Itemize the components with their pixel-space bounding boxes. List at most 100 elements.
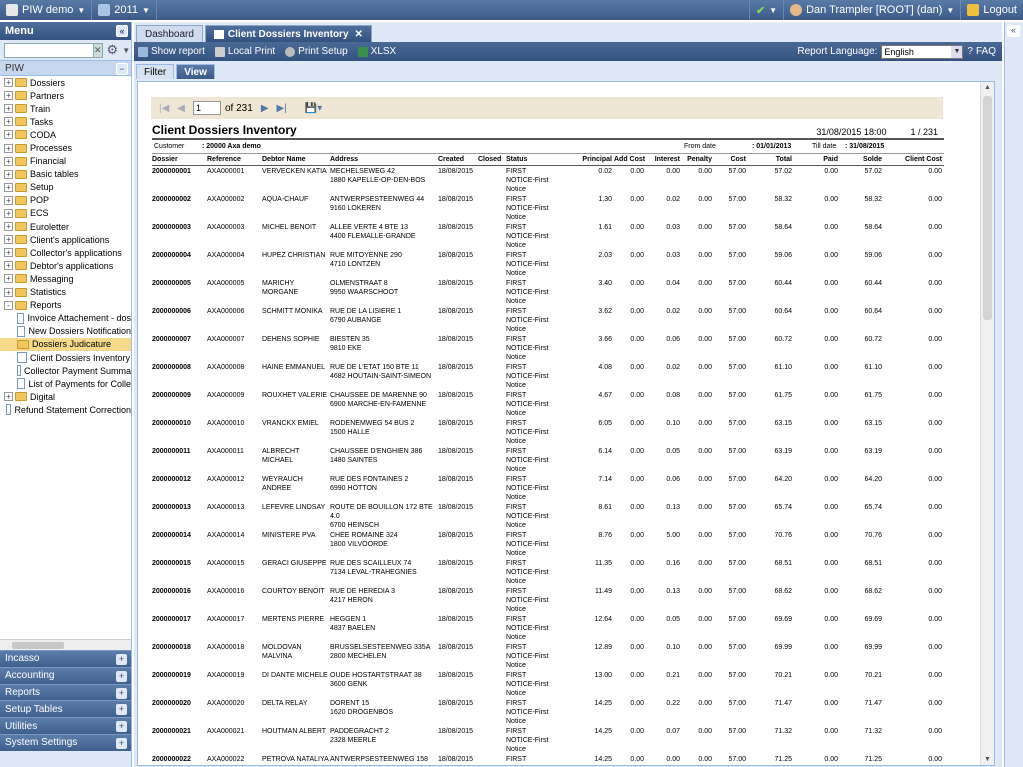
tab-view[interactable]: View xyxy=(176,64,215,79)
expand-icon[interactable]: + xyxy=(4,156,13,166)
sidebar-item[interactable]: + Partners xyxy=(0,89,131,102)
expand-icon[interactable]: + xyxy=(4,248,13,258)
sidebar-item[interactable]: + Statistics xyxy=(0,286,131,299)
expand-icon[interactable]: + xyxy=(4,274,13,284)
sidebar-item[interactable]: + Messaging xyxy=(0,272,131,285)
logout-button[interactable]: Logout xyxy=(960,0,1023,20)
sidebar-item[interactable]: + Dossiers xyxy=(0,76,131,89)
local-print-button[interactable]: Local Print xyxy=(214,46,275,57)
expand-icon[interactable]: + xyxy=(4,104,13,114)
table-cell: 59.06 xyxy=(864,251,882,259)
sidebar-item[interactable]: + Financial xyxy=(0,155,131,168)
chevron-down-icon[interactable]: ▼ xyxy=(122,46,130,55)
expand-icon[interactable]: + xyxy=(4,208,13,218)
first-page-icon[interactable]: |◀ xyxy=(159,103,169,114)
scroll-down-icon[interactable]: ▼ xyxy=(984,756,991,763)
sidebar-item[interactable]: + Digital xyxy=(0,390,131,403)
accordion-item[interactable]: System Settings + xyxy=(0,733,131,751)
sidebar-item[interactable]: + POP xyxy=(0,194,131,207)
clear-icon[interactable]: ✕ xyxy=(93,42,103,58)
accordion-item[interactable]: Setup Tables + xyxy=(0,700,131,718)
sidebar-item[interactable]: + Collector's applications xyxy=(0,246,131,259)
sidebar-item[interactable]: + ECS xyxy=(0,207,131,220)
collapse-icon[interactable]: - xyxy=(4,300,13,310)
page-number-input[interactable] xyxy=(193,101,221,115)
sidebar-item[interactable]: Refund Statement Correction xyxy=(0,403,131,416)
sidebar-item[interactable]: Dossiers Judicature xyxy=(0,337,131,351)
sidebar-item[interactable]: + Basic tables xyxy=(0,168,131,181)
table-cell: MARICHY MORGANE xyxy=(262,279,299,296)
xlsx-button[interactable]: XLSX xyxy=(357,46,396,57)
sidebar-item[interactable]: + Debtor's applications xyxy=(0,259,131,272)
horizontal-scrollbar[interactable] xyxy=(0,639,131,650)
print-setup-button[interactable]: Print Setup xyxy=(285,46,348,57)
year-selector[interactable]: 2011 ▼ xyxy=(92,0,157,20)
expand-icon[interactable]: + xyxy=(4,91,13,101)
sidebar-item[interactable]: Collector Payment Summa xyxy=(0,364,131,377)
expand-icon[interactable]: + xyxy=(116,721,127,733)
table-cell: 58.64 xyxy=(774,223,792,231)
show-report-button[interactable]: Show report xyxy=(138,46,205,57)
sidebar-item[interactable]: New Dossiers Notification xyxy=(0,325,131,338)
help-icon[interactable]: ? xyxy=(967,46,973,57)
expand-icon[interactable]: + xyxy=(4,261,13,271)
menu-search-input[interactable] xyxy=(4,42,94,58)
table-cell: DI DANTE MICHELE xyxy=(262,671,328,679)
user-menu[interactable]: Dan Trampler [ROOT] (dan) ▼ xyxy=(783,0,960,20)
expand-icon[interactable]: + xyxy=(116,654,127,665)
expand-icon[interactable]: + xyxy=(4,130,13,140)
export-icon[interactable]: 💾▾ xyxy=(305,103,322,114)
sidebar-item[interactable]: + Train xyxy=(0,102,131,115)
tab-item[interactable]: Dashboard xyxy=(136,25,203,42)
scroll-thumb[interactable] xyxy=(12,642,64,649)
faq-link[interactable]: FAQ xyxy=(976,46,996,57)
scroll-thumb[interactable] xyxy=(983,96,992,320)
accordion-item[interactable]: Reports + xyxy=(0,683,131,701)
table-cell: 58.32 xyxy=(864,195,882,203)
collapse-icon[interactable]: − xyxy=(116,63,128,75)
sidebar-item[interactable]: + Euroletter xyxy=(0,220,131,233)
sidebar-item[interactable]: + Client's applications xyxy=(0,233,131,246)
app-selector[interactable]: PIW demo ▼ xyxy=(0,0,93,20)
expand-icon[interactable]: + xyxy=(4,195,13,205)
sidebar-item[interactable]: + Tasks xyxy=(0,115,131,128)
expand-icon[interactable]: + xyxy=(116,704,127,716)
expand-icon[interactable]: + xyxy=(4,235,13,245)
accordion-item[interactable]: Accounting + xyxy=(0,666,131,684)
collapse-left-icon[interactable]: « xyxy=(116,25,128,37)
expand-icon[interactable]: + xyxy=(4,222,13,232)
gear-icon[interactable]: ⚙ xyxy=(107,42,119,58)
sidebar-item[interactable]: + Processes xyxy=(0,141,131,154)
next-page-icon[interactable]: ▶ xyxy=(261,103,269,114)
prev-page-icon[interactable]: ◀ xyxy=(177,103,185,114)
sidebar-item[interactable]: - Reports xyxy=(0,299,131,312)
table-cell: 0.00 xyxy=(630,391,644,399)
tab-filter[interactable]: Filter xyxy=(136,64,175,79)
sidebar-item[interactable]: List of Payments for Colle xyxy=(0,377,131,390)
expand-icon[interactable]: + xyxy=(4,169,13,179)
status-indicator[interactable]: ✔ ▼ xyxy=(748,0,783,20)
expand-icon[interactable]: + xyxy=(116,670,127,682)
table-cell: 0.00 xyxy=(630,251,644,259)
vertical-scrollbar[interactable]: ▲ ▼ xyxy=(980,82,994,765)
report-language-select[interactable]: English ▼ xyxy=(881,44,964,59)
expand-icon[interactable]: + xyxy=(4,117,13,127)
close-icon[interactable]: ✕ xyxy=(355,29,363,40)
expand-icon[interactable]: + xyxy=(4,392,13,402)
expand-icon[interactable]: + xyxy=(116,737,127,749)
expand-icon[interactable]: + xyxy=(4,78,13,88)
tab-item[interactable]: Client Dossiers Inventory ✕ xyxy=(204,25,372,42)
accordion-item[interactable]: Utilities + xyxy=(0,717,131,734)
sidebar-item[interactable]: + CODA xyxy=(0,128,131,141)
sidebar-item[interactable]: Client Dossiers Inventory xyxy=(0,351,131,364)
scroll-up-icon[interactable]: ▲ xyxy=(984,84,991,91)
expand-icon[interactable]: + xyxy=(4,182,13,192)
expand-icon[interactable]: + xyxy=(4,287,13,297)
expand-icon[interactable]: + xyxy=(116,687,127,699)
accordion-item[interactable]: Incasso + xyxy=(0,650,131,667)
sidebar-item[interactable]: + Setup xyxy=(0,181,131,194)
expand-right-icon[interactable]: « xyxy=(1007,25,1020,37)
sidebar-item[interactable]: Invoice Attachement - dos xyxy=(0,312,131,325)
expand-icon[interactable]: + xyxy=(4,143,13,153)
last-page-icon[interactable]: ▶| xyxy=(277,103,287,114)
